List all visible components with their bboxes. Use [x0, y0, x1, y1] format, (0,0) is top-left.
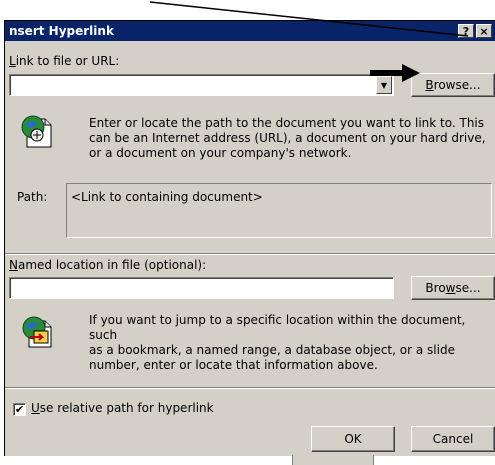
annotation-arrow: [149, 1, 469, 82]
